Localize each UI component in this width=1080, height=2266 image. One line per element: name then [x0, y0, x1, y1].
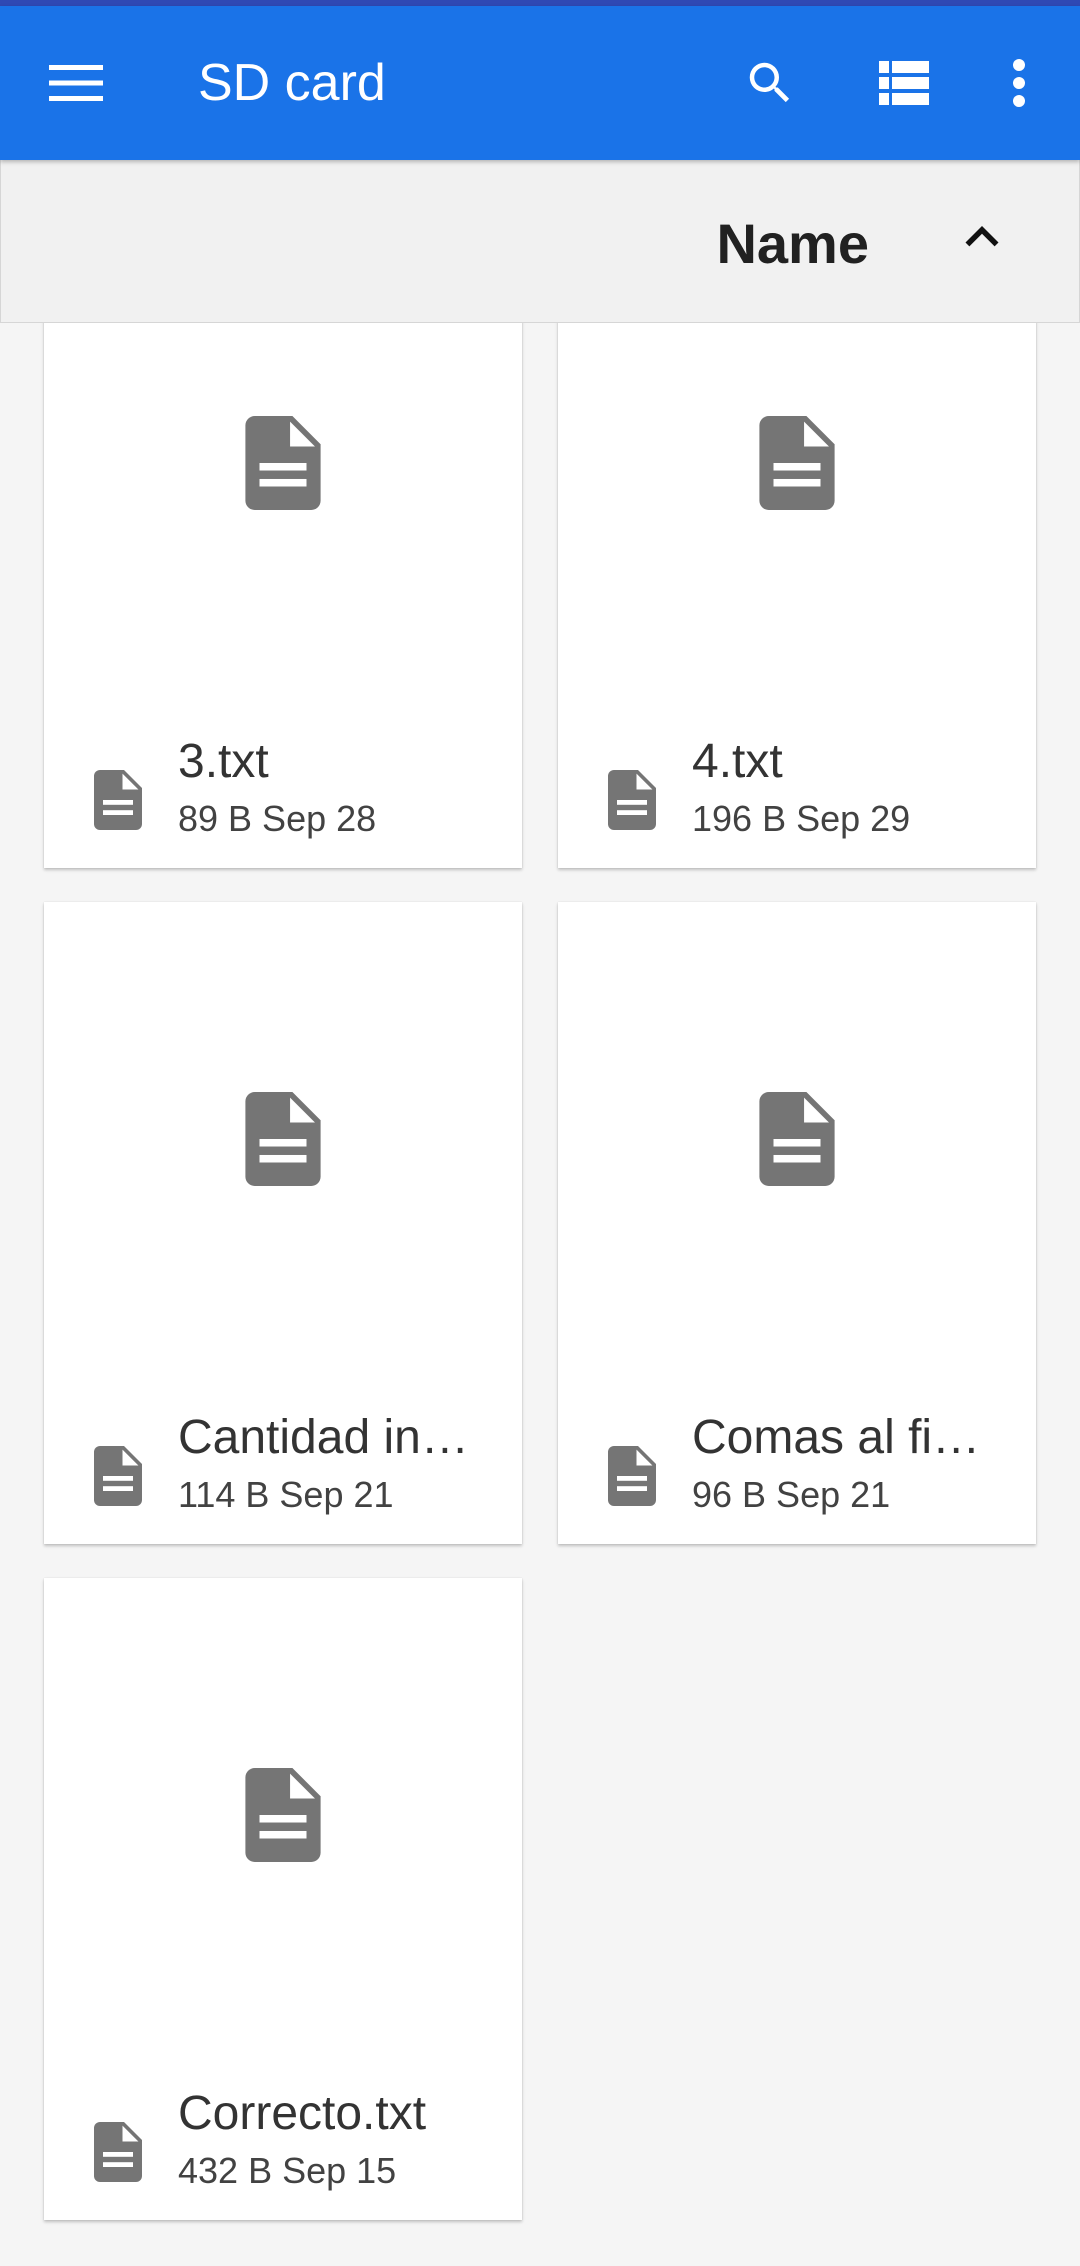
chevron-up-icon[interactable] [949, 204, 1015, 270]
sort-label[interactable]: Name [716, 160, 869, 322]
file-card[interactable]: Correcto.txt 432 B Sep 15 [44, 1578, 522, 2220]
text-file-icon [245, 1092, 321, 1186]
file-name: Comas al fi… [692, 1411, 981, 1464]
search-icon [749, 62, 790, 103]
file-name: 4.txt [692, 735, 783, 788]
text-file-icon [608, 1446, 656, 1506]
file-meta: 114 B Sep 21 [178, 1474, 394, 1515]
file-card-footer: Cantidad in… 114 B Sep 21 [44, 1402, 522, 1522]
file-card-footer: 4.txt 196 B Sep 29 [558, 726, 1036, 846]
text-file-icon [245, 416, 321, 510]
hamburger-menu-icon [49, 65, 103, 101]
file-name: Correcto.txt [178, 2087, 427, 2140]
file-meta: 96 B Sep 21 [692, 1474, 891, 1515]
view-toggle-button[interactable] [858, 6, 950, 160]
text-file-icon [759, 1092, 835, 1186]
file-card[interactable]: Comas al fi… 96 B Sep 21 [558, 902, 1036, 1544]
file-card[interactable]: 4.txt 196 B Sep 29 [558, 322, 1036, 868]
text-file-icon [245, 1768, 321, 1862]
overflow-menu-button[interactable] [982, 6, 1056, 160]
list-view-icon [879, 61, 929, 105]
file-card[interactable]: Cantidad in… 114 B Sep 21 [44, 902, 522, 1544]
file-card[interactable]: 3.txt 89 B Sep 28 [44, 322, 522, 868]
app-toolbar: SD card [0, 6, 1080, 160]
file-card-footer: Comas al fi… 96 B Sep 21 [558, 1402, 1036, 1522]
file-meta: 89 B Sep 28 [178, 798, 377, 839]
text-file-icon [94, 2122, 142, 2182]
file-meta: 196 B Sep 29 [692, 798, 911, 839]
menu-button[interactable] [30, 6, 122, 160]
file-meta: 432 B Sep 15 [178, 2150, 397, 2191]
toolbar-title: SD card [198, 54, 386, 112]
file-name: Cantidad in… [178, 1411, 469, 1464]
text-file-icon [94, 770, 142, 830]
file-grid: 3.txt 89 B Sep 28 4.txt 196 B Sep 29 Can… [0, 322, 1080, 2266]
text-file-icon [608, 770, 656, 830]
search-button[interactable] [724, 6, 816, 160]
file-card-footer: 3.txt 89 B Sep 28 [44, 726, 522, 846]
text-file-icon [94, 1446, 142, 1506]
more-vert-icon [1013, 59, 1025, 107]
file-name: 3.txt [178, 735, 269, 788]
text-file-icon [759, 416, 835, 510]
file-card-footer: Correcto.txt 432 B Sep 15 [44, 2078, 522, 2198]
sort-bar[interactable]: Name [0, 160, 1080, 323]
